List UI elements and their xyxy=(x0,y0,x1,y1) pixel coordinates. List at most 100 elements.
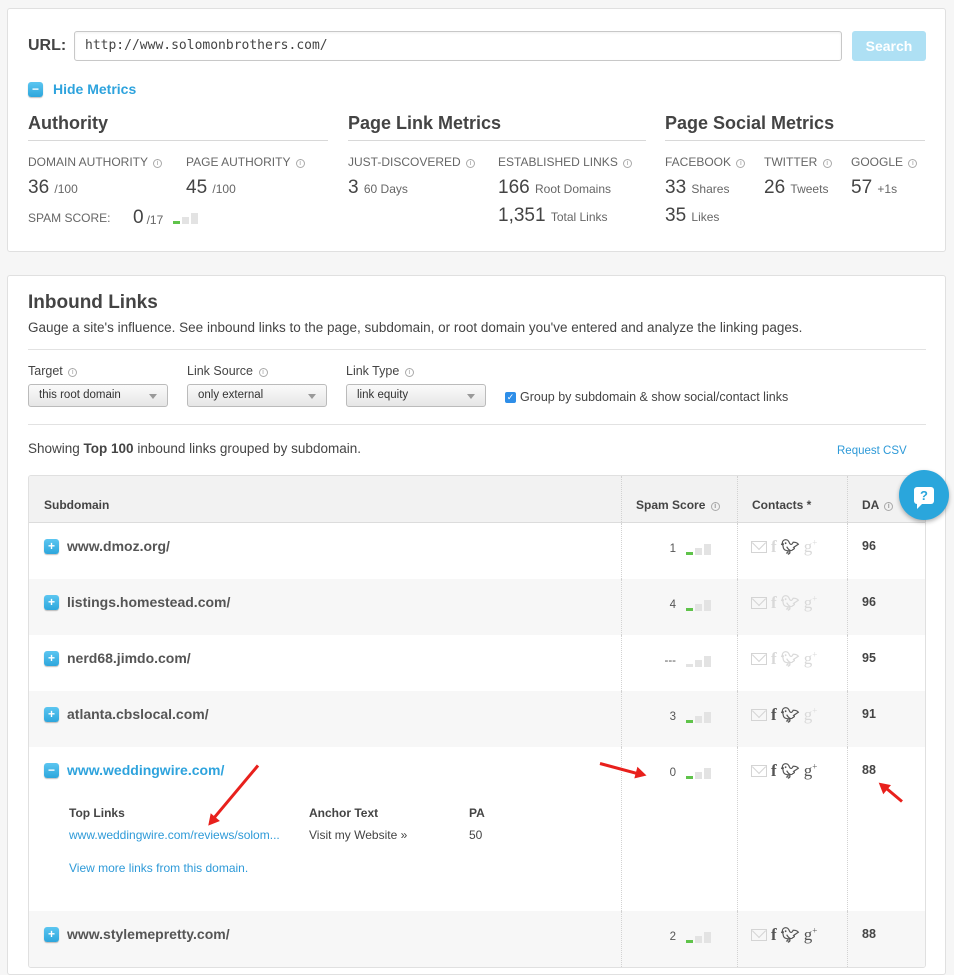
link-source-select[interactable]: only external xyxy=(187,384,327,407)
twitter-icon[interactable]: 🐦︎ xyxy=(781,538,800,556)
subdomain-cell: − www.weddingwire.com/ xyxy=(44,762,224,778)
domain-authority-unit: /100 xyxy=(54,182,78,196)
spam-score-cell: 0 xyxy=(651,767,711,779)
contacts-cell: f 🐦︎ g+ xyxy=(751,761,817,781)
domain-authority-value: 36 xyxy=(28,177,50,198)
expand-icon[interactable]: + xyxy=(44,594,59,610)
subdomain-name[interactable]: listings.homestead.com/ xyxy=(67,594,230,610)
just-discovered-label: JUST-DISCOVERED xyxy=(348,155,461,169)
info-icon[interactable]: i xyxy=(153,159,163,168)
link-type-select[interactable]: link equity xyxy=(346,384,486,407)
col-spam-score-label: Spam Score xyxy=(636,498,706,512)
spam-score-cell: 2 xyxy=(651,931,711,943)
col-contacts[interactable]: Contacts * xyxy=(752,498,811,512)
subdomain-name[interactable]: nerd68.jimdo.com/ xyxy=(67,650,191,666)
spam-score-bars xyxy=(686,931,711,943)
facebook-metric: FACEBOOK i 33 Shares 35 Likes xyxy=(665,155,746,227)
facebook-icon[interactable]: f xyxy=(771,761,777,781)
inbound-links-description: Gauge a site's influence. See inbound li… xyxy=(28,320,803,335)
expand-icon[interactable]: + xyxy=(44,926,59,942)
twitter-icon: 🐦︎ xyxy=(780,595,800,612)
target-filter: Target i this root domain xyxy=(28,364,168,407)
view-more-links[interactable]: View more links from this domain. xyxy=(69,861,248,875)
twitter-icon[interactable]: 🐦︎ xyxy=(781,762,800,780)
col-da-label: DA xyxy=(862,498,879,512)
target-select[interactable]: this root domain xyxy=(28,384,168,407)
da-value: 96 xyxy=(862,539,876,553)
link-source-label: Link Source xyxy=(187,364,254,378)
spam-score-bars xyxy=(686,599,711,611)
info-icon[interactable]: i xyxy=(736,159,746,168)
twitter-value: 26 xyxy=(764,177,786,198)
info-icon[interactable]: i xyxy=(466,159,476,168)
page-authority-label: PAGE AUTHORITY xyxy=(186,155,291,169)
help-button[interactable]: ? xyxy=(899,470,949,520)
page-social-metrics-title: Page Social Metrics xyxy=(665,113,925,141)
info-icon[interactable]: i xyxy=(68,368,78,377)
da-value: 91 xyxy=(862,707,876,721)
col-subdomain[interactable]: Subdomain xyxy=(44,498,109,512)
info-icon[interactable]: i xyxy=(908,159,918,168)
spam-score-value: 0 xyxy=(669,767,676,779)
info-icon[interactable]: i xyxy=(258,368,268,377)
url-input[interactable]: http://www.solomonbrothers.com/ xyxy=(74,31,842,61)
expand-icon[interactable]: + xyxy=(44,538,59,554)
link-source-filter: Link Source i only external xyxy=(187,364,327,407)
group-by-subdomain-checkbox[interactable]: ✓ xyxy=(505,391,516,403)
search-button[interactable]: Search xyxy=(852,31,926,61)
established-links-label: ESTABLISHED LINKS xyxy=(498,155,618,169)
google-plus-icon: g+ xyxy=(803,705,818,724)
table-body: + www.dmoz.org/ 1 f 🐦︎ g+ 96 + listings.… xyxy=(29,523,925,967)
facebook-icon: f xyxy=(771,649,777,668)
google-unit: +1s xyxy=(877,182,898,196)
collapse-icon[interactable]: − xyxy=(44,762,59,778)
twitter-icon[interactable]: 🐦︎ xyxy=(781,706,800,724)
google-plus-icon[interactable]: g+ xyxy=(804,925,818,945)
top-link-url[interactable]: www.weddingwire.com/reviews/solom... xyxy=(69,828,280,842)
expand-icon[interactable]: + xyxy=(44,706,59,722)
subdomain-name[interactable]: atlanta.cbslocal.com/ xyxy=(67,706,209,722)
page-link-metrics-section: Page Link Metrics xyxy=(348,113,646,141)
subdomain-name[interactable]: www.stylemepretty.com/ xyxy=(67,926,230,942)
twitter-icon[interactable]: 🐦︎ xyxy=(781,926,800,944)
request-csv-link[interactable]: Request CSV xyxy=(837,445,907,457)
facebook-icon[interactable]: f xyxy=(771,705,777,725)
just-discovered-unit: 60 Days xyxy=(363,182,408,196)
authority-section: Authority xyxy=(28,113,328,141)
spam-score-cell: --- xyxy=(651,655,711,667)
inbound-links-panel: Inbound Links Gauge a site's influence. … xyxy=(7,275,946,975)
info-icon[interactable]: i xyxy=(295,159,305,168)
info-icon[interactable]: i xyxy=(404,368,414,377)
spam-score-metric: SPAM SCORE: 0 /17 xyxy=(28,207,199,229)
da-value: 95 xyxy=(862,651,876,665)
spam-score-value: 2 xyxy=(669,931,676,943)
facebook-icon[interactable]: f xyxy=(771,925,777,945)
info-icon[interactable]: i xyxy=(822,159,832,168)
total-links-value: 1,351 xyxy=(498,205,546,226)
help-icon: ? xyxy=(914,486,934,509)
info-icon[interactable]: i xyxy=(623,159,633,168)
contacts-cell: f 🐦︎ g+ xyxy=(751,649,817,669)
subdomain-name[interactable]: www.weddingwire.com/ xyxy=(67,762,224,778)
table-row: + listings.homestead.com/ 4 f 🐦︎ g+ 96 xyxy=(29,579,925,635)
showing-count: Top 100 xyxy=(83,441,134,456)
hide-metrics-toggle[interactable]: − Hide Metrics xyxy=(28,81,136,97)
google-value: 57 xyxy=(851,177,873,198)
group-by-subdomain-option[interactable]: ✓ Group by subdomain & show social/conta… xyxy=(505,390,788,404)
email-icon xyxy=(751,929,767,941)
spam-score-value: 0 xyxy=(133,207,144,228)
just-discovered-value: 3 xyxy=(348,177,359,198)
spam-score-bars xyxy=(686,767,711,779)
spam-score-unit: /17 xyxy=(146,213,164,227)
google-plus-icon[interactable]: g+ xyxy=(804,761,818,781)
expand-icon[interactable]: + xyxy=(44,650,59,666)
info-icon[interactable]: i xyxy=(710,502,720,511)
col-da[interactable]: DA i xyxy=(862,498,894,512)
subdomain-name[interactable]: www.dmoz.org/ xyxy=(67,538,170,554)
info-icon[interactable]: i xyxy=(884,502,894,511)
url-label: URL: xyxy=(28,37,67,54)
contacts-cell: f 🐦︎ g+ xyxy=(751,593,817,613)
subdomain-cell: + www.dmoz.org/ xyxy=(44,538,170,554)
table-row: + atlanta.cbslocal.com/ 3 f 🐦︎ g+ 91 xyxy=(29,691,925,747)
col-spam-score[interactable]: Spam Score i xyxy=(636,498,720,512)
